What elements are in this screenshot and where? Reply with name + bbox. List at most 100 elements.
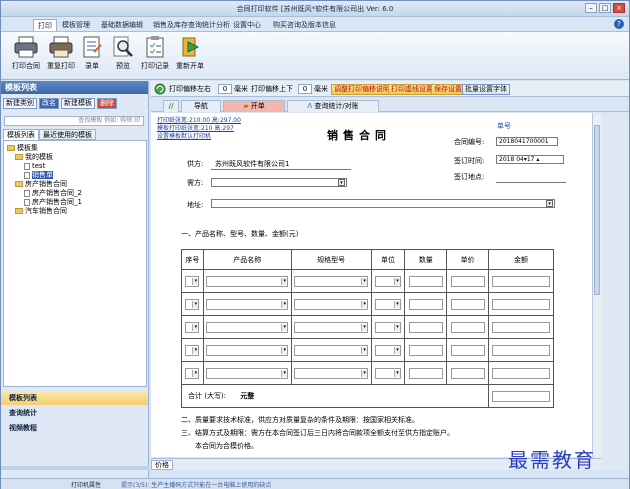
tree-node[interactable]: 模板集 [7, 144, 38, 152]
col-header: 单位 [370, 249, 406, 270]
contract-no-field[interactable]: 2018041700001 [496, 137, 558, 146]
offset-lr-input[interactable]: 0 [218, 84, 232, 94]
nav-video-tutorial[interactable]: 视频教程 [1, 421, 148, 435]
minimize-button[interactable]: – [585, 3, 597, 13]
new-order-button[interactable]: 重新开单 [173, 35, 207, 77]
menu-tab-settings[interactable]: 设置中心 [229, 19, 265, 31]
address-label: 地址: [187, 201, 204, 209]
menu-tab-print[interactable]: 打印 [33, 19, 57, 31]
tab-query-stats[interactable]: ᐱ 查询统计/对账 [287, 100, 379, 112]
sign-date-picker[interactable]: 2018 04▾17 ▴ [496, 155, 564, 164]
watermark: 最需教育 [508, 448, 596, 472]
template-search-input[interactable]: 查找模板 例如: 购销 印 [4, 116, 144, 126]
tab-recent-templates[interactable]: 最近使用的模板 [39, 129, 96, 140]
document-scrollbar[interactable] [592, 113, 601, 457]
nav-query-stats[interactable]: 查询统计 [1, 406, 148, 420]
col-header: 单价 [446, 249, 490, 270]
table-row: ▾ ▾ ▾ ▾ [181, 361, 554, 385]
rename-button[interactable]: 改名 [39, 98, 59, 109]
new-template-button[interactable]: 新建模板 [61, 98, 95, 109]
repeat-print-button[interactable]: 重复打印 [44, 35, 78, 77]
folder-open-icon: ▰ [243, 102, 251, 110]
tree-node[interactable]: 房产销售合同_1 [24, 198, 82, 206]
printer-repeat-icon [49, 36, 73, 58]
new-order-icon [178, 36, 202, 58]
print-contract-button[interactable]: 打印合同 [9, 35, 43, 77]
tab-new-order[interactable]: ▰ 开单 [223, 100, 285, 112]
new-category-button[interactable]: 新建类别 [3, 98, 37, 109]
menu-tab-basedata[interactable]: 基础数据编辑 [97, 19, 147, 31]
preview-button[interactable]: 预览 [106, 35, 140, 77]
tab-icon[interactable]: // [163, 100, 179, 112]
total-amount-field[interactable] [492, 390, 551, 402]
delete-button[interactable]: 删除 [97, 98, 117, 109]
menu-bar: 打印 模板管理 基础数据编辑 销售及库存查询统计分析 设置中心 购买咨询及版本信… [1, 17, 629, 32]
default-printer-link[interactable]: 设置模板默认打印机 [157, 131, 211, 140]
form-entry-icon [80, 36, 104, 58]
tree-node[interactable]: 我的模板 [15, 153, 53, 161]
app-window: 合同打印软件 [苏州既风*软件有限公司出 Ver: 6.0 – □ × 打印 模… [0, 0, 630, 489]
contract-document: 打印纸张宽:210.00 高:297.00 模板打印纸张宽:210 高:297 … [151, 113, 592, 457]
ribbon: 打印合同 重复打印 录单 预览 打印记录 重新开单 [1, 32, 629, 80]
maximize-button[interactable]: □ [599, 3, 611, 13]
sidebar-title: 模板列表 [1, 81, 148, 94]
main-area: 打印偏移左右 0 毫米 打印偏移上下 0 毫米 调整打印偏移说明 打印虚线设置 … [151, 81, 629, 478]
title-bar: 合同打印软件 [苏州既风*软件有限公司出 Ver: 6.0 – □ × [1, 1, 629, 17]
folder-icon [7, 145, 15, 151]
ribbon-label: 录单 [85, 62, 99, 70]
batch-font-button[interactable]: 批量设置字体 [462, 84, 510, 95]
menu-tab-purchase[interactable]: 购买咨询及版本信息 [269, 19, 340, 31]
total-row: 合计 (大写): 元整 [180, 384, 554, 408]
dotted-line-settings-button[interactable]: 打印虚线设置 [388, 84, 436, 95]
offset-ud-label: 打印偏移上下 [251, 85, 293, 93]
refresh-icon[interactable] [154, 83, 166, 95]
ribbon-label: 重复打印 [47, 62, 75, 70]
ribbon-label: 重新开单 [176, 62, 204, 70]
total-value: 元整 [240, 392, 255, 400]
preview-magnifier-icon [111, 36, 135, 58]
close-button[interactable]: × [613, 3, 625, 13]
adjust-offset-help-button[interactable]: 调整打印偏移说明 [331, 84, 393, 95]
tree-node[interactable]: 房产销售合同 [15, 180, 67, 188]
address-select[interactable]: ▾ [211, 199, 555, 208]
window-title: 合同打印软件 [苏州既风*软件有限公司出 Ver: 6.0 [236, 5, 394, 13]
clause-2: 二、质量要求技术标准，供应方对质量复杂的条件及期限：按国家相关标准。 [181, 416, 419, 424]
tree-node[interactable]: 房产销售合同_2 [24, 189, 82, 197]
section-1-heading: 一、产品名称、型号、数量、金额(元) [181, 230, 299, 238]
scrollbar-thumb[interactable] [594, 125, 600, 295]
folder-icon [15, 208, 23, 214]
table-row: ▾ ▾ ▾ ▾ [181, 338, 554, 362]
menu-tab-sales-query[interactable]: 销售及库存查询统计分析 [149, 19, 234, 31]
sidebar-splitter[interactable] [1, 466, 149, 470]
page-tab[interactable]: 价格 [151, 460, 173, 470]
help-icon[interactable]: ? [614, 19, 624, 29]
contract-no-label: 合同编号: [454, 138, 485, 146]
folder-icon [15, 154, 23, 160]
buyer-label: 需方: [187, 179, 204, 187]
tab-template-list[interactable]: 模板列表 [3, 129, 39, 140]
printer-properties-label[interactable]: 打印机属性 [71, 480, 101, 489]
print-offset-toolbar: 打印偏移左右 0 毫米 打印偏移上下 0 毫米 调整打印偏移说明 打印虚线设置 … [151, 81, 629, 97]
menu-tab-template[interactable]: 模板管理 [58, 19, 94, 31]
save-settings-button[interactable]: 保存设置 [431, 84, 465, 95]
print-record-button[interactable]: 打印记录 [138, 35, 172, 77]
printer-icon [14, 36, 38, 58]
clause-3: 三、结算方式及期限：需方在本合同签订后三日内将合同款项全额支付至供方指定账户。 [181, 429, 454, 437]
col-header: 金额 [488, 249, 554, 270]
offset-ud-input[interactable]: 0 [298, 84, 312, 94]
document-icon [24, 198, 30, 206]
document-title: 销售合同 [327, 129, 391, 142]
table-row: ▾ ▾ ▾ ▾ [181, 269, 554, 293]
entry-button[interactable]: 录单 [75, 35, 109, 77]
tree-node-selected[interactable]: 销售单 [24, 171, 53, 179]
tab-navigation[interactable]: 导航 [181, 100, 221, 112]
col-header: 规格型号 [290, 249, 372, 270]
table-row: ▾ ▾ ▾ ▾ [181, 315, 554, 339]
total-label: 合计 (大写): [188, 392, 227, 400]
nav-template-list[interactable]: 模板列表 [1, 391, 148, 405]
tree-node[interactable]: test [24, 162, 45, 170]
buyer-select[interactable]: ▾ [211, 178, 347, 187]
supplier-value[interactable]: 苏州既风软件有限公司1 [215, 159, 289, 169]
tree-node[interactable]: 汽车销售合同 [15, 207, 67, 215]
print-record-icon [143, 36, 167, 58]
